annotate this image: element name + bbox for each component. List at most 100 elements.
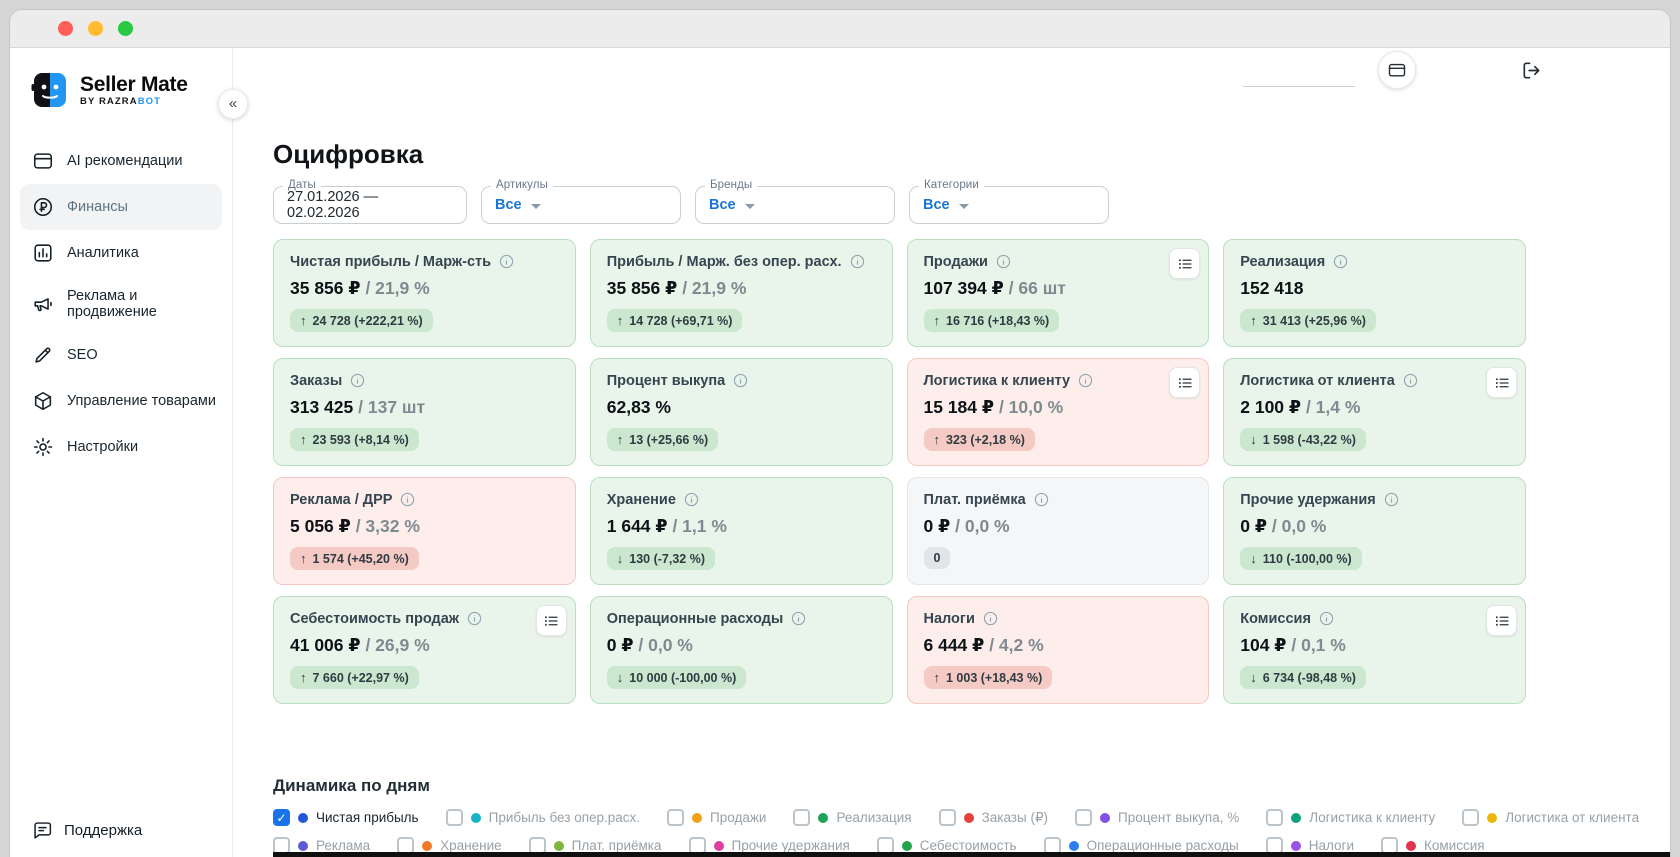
logout-icon xyxy=(1520,59,1543,82)
series-checkbox[interactable]: ✓ xyxy=(273,809,290,826)
metric-value: 0 ₽ / 0,0 % xyxy=(1240,516,1327,536)
close-window-button[interactable] xyxy=(58,21,73,36)
sidebar-nav: AI рекомендации Финансы Аналитика Реклама и… xyxy=(10,138,232,470)
metric-secondary-value: / 26,9 % xyxy=(360,635,430,655)
metric-secondary-value: / 0,0 % xyxy=(950,516,1010,536)
articles-select[interactable]: Артикулы Все xyxy=(481,179,681,224)
series-checkbox[interactable] xyxy=(445,809,463,826)
legend-item[interactable]: Заказы (₽) xyxy=(938,809,1048,826)
info-icon[interactable] xyxy=(982,610,999,627)
change-badge-text: 16 716 (+18,43 %) xyxy=(946,313,1050,328)
info-icon[interactable] xyxy=(466,610,483,627)
metric-card: Реклама / ДРР 5 056 ₽ / 3,32 % ↑ 1 574 (+45… xyxy=(273,477,576,585)
categories-select[interactable]: Категории Все xyxy=(909,179,1109,224)
info-icon[interactable] xyxy=(349,372,366,389)
series-color-dot xyxy=(1290,840,1301,851)
sidebar-item-megaphone[interactable]: Реклама и продвижение xyxy=(10,276,232,332)
detail-list-button[interactable] xyxy=(1486,367,1517,398)
chat-icon xyxy=(32,820,53,841)
metric-secondary-value: / 21,9 % xyxy=(360,278,430,298)
series-label: Плат. приёмка xyxy=(571,838,662,853)
metric-value: 2 100 ₽ / 1,4 % xyxy=(1240,397,1361,417)
info-icon[interactable] xyxy=(1033,491,1050,508)
info-icon[interactable] xyxy=(1318,610,1335,627)
info-icon[interactable] xyxy=(1383,491,1400,508)
change-badge-text: 1 003 (+18,43 %) xyxy=(946,670,1043,685)
chart-icon xyxy=(32,242,54,264)
detail-list-button[interactable] xyxy=(535,605,567,636)
series-checkbox[interactable] xyxy=(1462,809,1480,826)
sidebar-item-ruble[interactable]: Финансы xyxy=(20,184,222,230)
sidebar-item-label: SEO xyxy=(67,347,98,363)
detail-list-button[interactable] xyxy=(1169,367,1201,398)
list-icon xyxy=(1493,374,1511,392)
series-label: Реклама xyxy=(316,838,371,853)
legend-item[interactable]: Логистика от клиента xyxy=(1462,809,1639,826)
minimize-window-button[interactable] xyxy=(88,21,103,36)
series-color-dot xyxy=(1068,840,1079,851)
metric-secondary-value: / 10,0 % xyxy=(994,397,1064,417)
info-icon[interactable] xyxy=(849,253,866,270)
sidebar-item-box[interactable]: Управление товарами xyxy=(10,378,232,424)
change-badge-text: 31 413 (+25,96 %) xyxy=(1262,313,1366,328)
metric-card: Чистая прибыль / Марж-сть 35 856 ₽ / 21,9… xyxy=(273,239,576,347)
info-icon[interactable] xyxy=(1402,372,1419,389)
info-icon[interactable] xyxy=(683,491,700,508)
sidebar-item-ai-card[interactable]: AI рекомендации xyxy=(10,138,232,184)
brand-logo: Seller Mate BY RAZRABOT xyxy=(10,70,232,116)
series-checkbox[interactable] xyxy=(793,809,811,826)
detail-list-button[interactable] xyxy=(1169,248,1201,279)
chevron-down-icon xyxy=(744,203,755,209)
series-color-dot xyxy=(1487,812,1498,823)
categories-select-value: Все xyxy=(923,197,950,213)
sidebar-collapse-button[interactable]: « xyxy=(218,89,248,119)
sidebar-item-pen[interactable]: SEO xyxy=(10,332,232,378)
legend-item[interactable]: Логистика к клиенту xyxy=(1266,809,1435,826)
metric-title: Логистика от клиента xyxy=(1240,372,1395,389)
legend-item[interactable]: Продажи xyxy=(667,809,766,826)
info-icon[interactable] xyxy=(1077,372,1094,389)
change-badge: 0 xyxy=(923,547,951,569)
metric-title: Заказы xyxy=(290,372,343,389)
arrow-up-icon: ↑ xyxy=(300,313,307,328)
change-badge-text: 1 598 (-43,22 %) xyxy=(1262,432,1356,447)
change-badge: ↓ 6 734 (-98,48 %) xyxy=(1240,666,1366,689)
series-label: Логистика к клиенту xyxy=(1309,810,1436,825)
change-badge-text: 24 728 (+222,21 %) xyxy=(312,313,423,328)
zoom-window-button[interactable] xyxy=(118,21,133,36)
legend-item[interactable]: Прибыль без опер.расх. xyxy=(445,809,641,826)
arrow-down-icon: ↓ xyxy=(1250,432,1257,447)
metric-title: Чистая прибыль / Марж-сть xyxy=(290,253,492,270)
series-label: Прибыль без опер.расх. xyxy=(488,810,641,825)
legend-item[interactable]: ✓ Чистая прибыль xyxy=(273,809,419,826)
metric-value: 62,83 % xyxy=(606,397,671,417)
info-icon[interactable] xyxy=(498,253,515,270)
detail-list-button[interactable] xyxy=(1486,605,1517,636)
info-icon[interactable] xyxy=(732,372,749,389)
sidebar-item-gear[interactable]: Настройки xyxy=(10,424,232,470)
info-icon[interactable] xyxy=(995,253,1012,270)
legend-item[interactable]: Процент выкупа, % xyxy=(1075,809,1239,826)
series-color-dot xyxy=(901,840,912,851)
date-range-field[interactable]: Даты 27.01.2026 — 02.02.2026 xyxy=(273,179,467,224)
series-checkbox[interactable] xyxy=(938,809,956,826)
series-checkbox[interactable] xyxy=(1266,809,1284,826)
arrow-up-icon: ↑ xyxy=(933,313,941,328)
card-button[interactable] xyxy=(1378,51,1416,89)
info-icon[interactable] xyxy=(790,610,807,627)
info-icon[interactable] xyxy=(1332,253,1349,270)
legend-item[interactable]: Реализация xyxy=(793,809,912,826)
series-label: Хранение xyxy=(440,838,502,853)
info-icon[interactable] xyxy=(399,491,416,508)
sidebar-item-chart[interactable]: Аналитика xyxy=(10,230,232,276)
logout-button[interactable] xyxy=(1518,57,1544,83)
brand-name: Seller Mate xyxy=(80,73,188,96)
series-checkbox[interactable] xyxy=(1075,809,1093,826)
metric-secondary-value: / 137 шт xyxy=(353,397,426,417)
dynamics-title: Динамика по дням xyxy=(273,776,430,795)
change-badge-text: 130 (-7,32 %) xyxy=(629,551,705,566)
support-button[interactable]: Поддержка xyxy=(32,820,142,841)
series-checkbox[interactable] xyxy=(667,809,685,826)
series-label: Продажи xyxy=(710,810,767,825)
brands-select[interactable]: Бренды Все xyxy=(695,179,895,224)
